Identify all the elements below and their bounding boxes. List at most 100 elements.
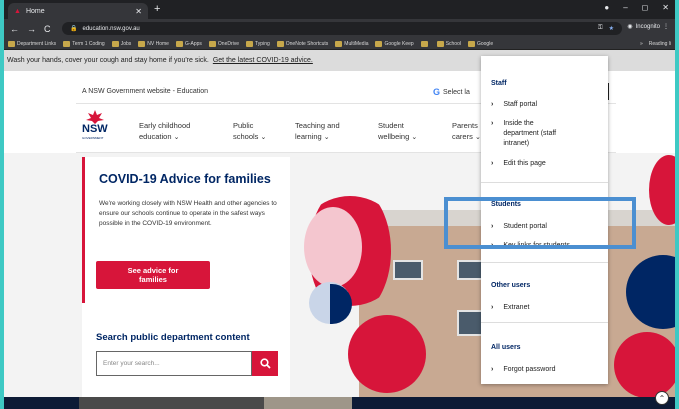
bookmark-label: MultiMedia bbox=[344, 40, 369, 47]
search-icon bbox=[259, 358, 271, 369]
google-icon: G bbox=[433, 87, 441, 97]
folder-icon bbox=[335, 40, 343, 47]
chevron-right-icon: › bbox=[491, 366, 494, 373]
bookmark-item[interactable]: Department Links bbox=[8, 40, 57, 47]
nav-label: Early childhood bbox=[139, 121, 191, 130]
bookmarks-overflow: » Reading li bbox=[639, 40, 671, 47]
folder-icon bbox=[276, 40, 284, 47]
bookmark-item[interactable]: MultiMedia bbox=[335, 40, 369, 47]
bookmark-item[interactable]: Term 1 Coding bbox=[63, 40, 105, 47]
nav-early-childhood[interactable]: Early childhood education ⌄ bbox=[139, 120, 190, 143]
nav-label: education bbox=[139, 132, 172, 141]
window-controls: ● – ◻ ✕ bbox=[604, 3, 669, 12]
covid-title: COVID-19 Advice for families bbox=[99, 172, 271, 186]
bookmark-label: Department Links bbox=[17, 40, 57, 47]
bookmark-item[interactable]: NV Home bbox=[138, 40, 169, 47]
url-text: education.nsw.gov.au bbox=[82, 25, 140, 32]
tab-home[interactable]: ▲ Home ✕ bbox=[8, 3, 148, 19]
chevron-down-icon: ⌄ bbox=[474, 134, 481, 141]
nav-label: Parents bbox=[452, 121, 478, 130]
bookmark-item[interactable]: G-Apps bbox=[175, 40, 202, 47]
browser-window: ▲ Home ✕ + ● – ◻ ✕ ← → C 🔒 education.nsw… bbox=[4, 0, 675, 409]
chevron-down-icon: ⌄ bbox=[323, 134, 330, 141]
menu-item-forgot-password[interactable]: › Forgot password bbox=[491, 365, 601, 375]
incognito-indicator[interactable]: ◉ Incognito ⋮ bbox=[627, 23, 669, 31]
nav-public-schools[interactable]: Public schools ⌄ bbox=[233, 120, 266, 143]
menu-item-extranet[interactable]: › Extranet bbox=[491, 303, 601, 313]
new-tab-button[interactable]: + bbox=[154, 3, 160, 15]
menu-item-label: department (staff bbox=[503, 130, 557, 137]
logo-sub: GOVERNMENT bbox=[82, 136, 104, 140]
bookmark-label: Jobs bbox=[120, 40, 132, 47]
nav-label: wellbeing bbox=[378, 132, 410, 141]
decor-circle bbox=[304, 207, 362, 287]
nav-label: Public bbox=[233, 121, 254, 130]
menu-heading-other-users: Other users bbox=[491, 282, 531, 289]
menu-item-label: Inside the bbox=[503, 120, 534, 127]
close-tab-icon[interactable]: ✕ bbox=[135, 7, 142, 16]
close-window-icon[interactable]: ✕ bbox=[662, 3, 669, 12]
search-input[interactable]: Enter your search... bbox=[96, 351, 252, 376]
bookmark-label: G-Apps bbox=[184, 40, 202, 47]
highlight-annotation bbox=[444, 197, 636, 249]
star-icon[interactable]: ★ bbox=[609, 25, 614, 32]
menu-item-label: Edit this page bbox=[503, 160, 546, 167]
folder-icon bbox=[8, 40, 15, 47]
scroll-to-top-button[interactable]: ⌃ bbox=[655, 391, 669, 405]
tab-bar: ▲ Home ✕ + ● – ◻ ✕ bbox=[4, 0, 675, 19]
divider bbox=[481, 322, 608, 323]
bookmark-label: School bbox=[445, 40, 461, 47]
nav-parents-carers[interactable]: Parents carers ⌄ bbox=[452, 120, 481, 143]
nav-student-wellbeing[interactable]: Student wellbeing ⌄ bbox=[378, 120, 417, 143]
folder-icon bbox=[111, 40, 119, 47]
maximize-icon[interactable]: ◻ bbox=[642, 3, 649, 12]
back-icon[interactable]: ← bbox=[10, 24, 19, 34]
chevron-down-icon: ⌄ bbox=[260, 134, 267, 141]
account-icon[interactable]: ● bbox=[604, 3, 609, 12]
folder-icon bbox=[138, 40, 146, 47]
tab-title: Home bbox=[25, 7, 45, 15]
chevron-right-icon: › bbox=[491, 160, 494, 167]
reading-list-button[interactable]: Reading li bbox=[649, 41, 671, 47]
see-advice-button[interactable]: See advice for families bbox=[96, 261, 210, 289]
menu-item-label: Extranet bbox=[503, 304, 530, 311]
button-label: See advice for bbox=[127, 266, 179, 275]
address-bar[interactable]: 🔒 education.nsw.gov.au ⚿ ★ bbox=[62, 22, 622, 35]
key-icon[interactable]: ⚿ bbox=[598, 25, 603, 32]
search-button[interactable] bbox=[252, 351, 278, 376]
bookmark-item[interactable] bbox=[420, 40, 430, 47]
nav-label: carers bbox=[452, 132, 473, 141]
covid-banner-text: Wash your hands, cover your cough and st… bbox=[7, 57, 209, 64]
bookmark-item[interactable]: Typing bbox=[246, 40, 270, 47]
more-bookmarks-icon[interactable]: » bbox=[640, 41, 643, 47]
bookmark-label: Google bbox=[476, 40, 494, 47]
incognito-label: Incognito bbox=[635, 23, 660, 30]
nav-teaching-learning[interactable]: Teaching and learning ⌄ bbox=[295, 120, 340, 143]
menu-heading-staff: Staff bbox=[491, 80, 507, 87]
menu-icon[interactable]: ⋮ bbox=[663, 23, 669, 30]
bookmark-item[interactable]: OneDrive bbox=[208, 40, 239, 47]
forward-icon[interactable]: → bbox=[27, 24, 36, 34]
menu-item-edit-page[interactable]: › Edit this page bbox=[491, 159, 601, 169]
menu-item-staff-portal[interactable]: › Staff portal bbox=[491, 100, 601, 110]
reload-icon[interactable]: C bbox=[44, 24, 51, 34]
decor-circle bbox=[614, 332, 675, 398]
bookmark-item[interactable]: Google bbox=[467, 40, 494, 47]
translate-widget[interactable]: G Select la bbox=[433, 87, 470, 97]
divider bbox=[481, 182, 608, 183]
bookmark-item[interactable]: OneNote Shortcuts bbox=[276, 40, 328, 47]
menu-heading-all-users: All users bbox=[491, 344, 521, 351]
menu-item-inside-department[interactable]: › Inside the department (staff intranet) bbox=[491, 119, 601, 149]
folder-icon bbox=[175, 40, 183, 47]
bookmark-label: Google Keep bbox=[384, 40, 414, 47]
gov-text: A NSW Government website - Education bbox=[82, 88, 209, 95]
nsw-logo[interactable]: NSW GOVERNMENT bbox=[82, 110, 112, 144]
nav-label: Student bbox=[378, 121, 404, 130]
minimize-icon[interactable]: – bbox=[623, 3, 627, 12]
bookmark-item[interactable]: Jobs bbox=[111, 40, 132, 47]
logo-word: NSW bbox=[82, 123, 108, 135]
folder-icon bbox=[246, 40, 254, 47]
bookmark-item[interactable]: School bbox=[436, 40, 461, 47]
bookmark-item[interactable]: Google Keep bbox=[375, 40, 414, 47]
covid-advice-link[interactable]: Get the latest COVID-19 advice. bbox=[213, 57, 313, 64]
